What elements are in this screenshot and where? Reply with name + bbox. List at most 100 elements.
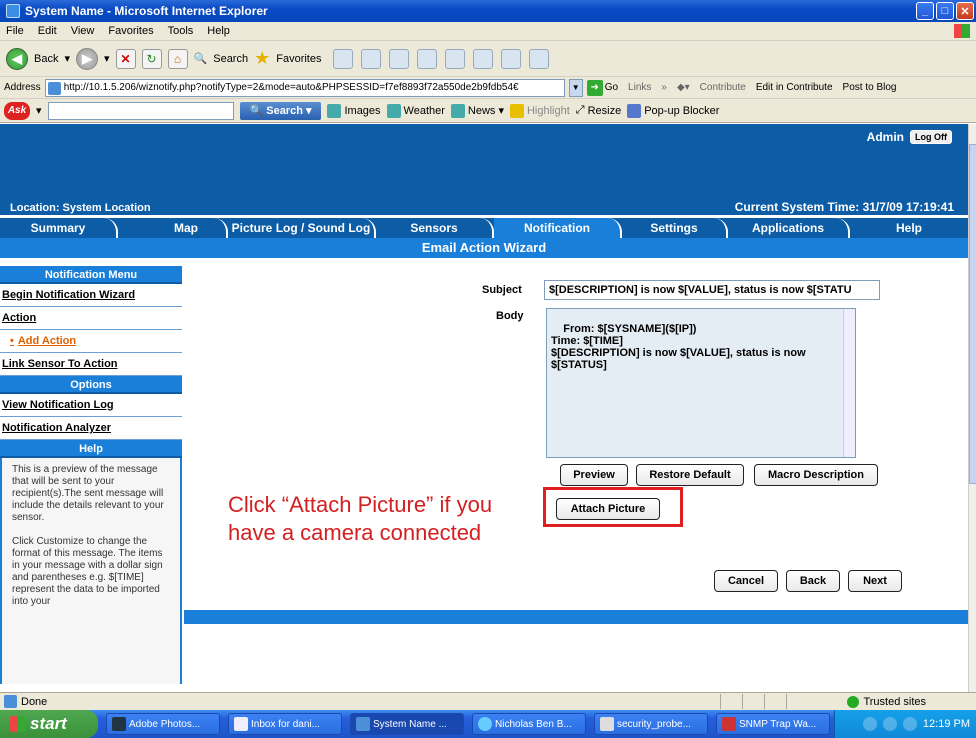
- left-menu: Notification Menu Begin Notification Wiz…: [0, 266, 182, 684]
- folder-icon[interactable]: [473, 48, 494, 69]
- task-nicholas[interactable]: Nicholas Ben B...: [472, 713, 586, 735]
- start-button[interactable]: start: [0, 710, 98, 738]
- edit-icon[interactable]: [445, 48, 466, 69]
- edit-in-contribute[interactable]: Edit in Contribute: [756, 82, 833, 93]
- ask-news[interactable]: News ▾: [450, 103, 504, 118]
- scroll-thumb[interactable]: [969, 144, 976, 484]
- menu-view-log[interactable]: View Notification Log: [0, 394, 182, 417]
- tab-sensors[interactable]: Sensors: [376, 218, 494, 238]
- close-button[interactable]: ✕: [956, 2, 974, 20]
- address-url: http://10.1.5.206/wiznotify.php?notifyTy…: [63, 82, 519, 93]
- tab-picture-log[interactable]: Picture Log / Sound Log: [228, 218, 376, 238]
- back-arrow-icon[interactable]: ◀: [6, 47, 28, 70]
- body-scrollbar[interactable]: [843, 309, 855, 457]
- forward-arrow-icon[interactable]: ▶: [76, 47, 98, 70]
- menu-edit[interactable]: Edit: [38, 25, 57, 37]
- tab-help[interactable]: Help: [850, 218, 968, 238]
- address-input[interactable]: http://10.1.5.206/wiznotify.php?notifyTy…: [44, 78, 565, 97]
- mail-icon[interactable]: [361, 48, 382, 69]
- ask-images-label: Images: [344, 104, 381, 117]
- ask-resize[interactable]: ⤢ Resize: [576, 104, 621, 117]
- page-content: Admin Log Off Location: System Location …: [0, 124, 968, 692]
- tab-summary[interactable]: Summary: [0, 218, 118, 238]
- post-to-blog[interactable]: Post to Blog: [843, 82, 897, 93]
- ask-weather[interactable]: Weather: [386, 103, 445, 118]
- restore-default-button[interactable]: Restore Default: [636, 464, 744, 486]
- tray-icon-3[interactable]: [902, 717, 917, 731]
- links-label[interactable]: Links: [628, 82, 651, 93]
- contribute-label[interactable]: Contribute: [700, 82, 746, 93]
- butterfly-icon[interactable]: [529, 48, 550, 69]
- body-textarea[interactable]: From: $[SYSNAME]($[IP]) Time: $[TIME] $[…: [546, 308, 856, 458]
- search-button-label[interactable]: Search: [213, 53, 248, 65]
- menu-add-action[interactable]: • Add Action: [0, 330, 182, 353]
- task-system-name[interactable]: System Name ...: [350, 713, 464, 735]
- messenger-task-icon: [478, 717, 492, 731]
- address-dropdown-icon[interactable]: ▼: [568, 78, 583, 97]
- contribute-icon[interactable]: ◆▾: [677, 82, 690, 93]
- print-icon[interactable]: [389, 48, 410, 69]
- stop-icon[interactable]: ✕: [115, 48, 136, 69]
- trusted-check-icon: [847, 695, 860, 708]
- home-icon[interactable]: ⌂: [167, 48, 188, 69]
- back-button-label[interactable]: Back: [34, 53, 58, 65]
- favorites-button-label[interactable]: Favorites: [276, 53, 321, 65]
- ask-dropdown-icon[interactable]: ▾: [36, 104, 42, 117]
- messenger-icon[interactable]: [417, 48, 438, 69]
- logoff-button[interactable]: Log Off: [910, 130, 952, 144]
- ie-icon: [6, 4, 20, 18]
- history-icon[interactable]: [333, 48, 354, 69]
- search-icon[interactable]: 🔍: [194, 52, 208, 65]
- page-scrollbar[interactable]: [968, 124, 976, 692]
- task-photoshop[interactable]: Adobe Photos...: [106, 713, 220, 735]
- menu-file[interactable]: File: [6, 25, 24, 37]
- tray-icon-2[interactable]: [882, 717, 897, 731]
- tab-settings[interactable]: Settings: [622, 218, 728, 238]
- ask-logo[interactable]: Ask: [4, 101, 30, 120]
- tab-applications[interactable]: Applications: [728, 218, 850, 238]
- back-button[interactable]: Back: [786, 570, 840, 592]
- menu-view[interactable]: View: [71, 25, 95, 37]
- back-dropdown-icon[interactable]: ▾: [64, 52, 70, 65]
- body-label: Body: [496, 310, 524, 322]
- minimize-button[interactable]: _: [916, 2, 934, 20]
- menu-begin-wizard[interactable]: Begin Notification Wizard: [0, 284, 182, 307]
- window-titlebar: System Name - Microsoft Internet Explore…: [0, 0, 976, 22]
- maximize-button[interactable]: □: [936, 2, 954, 20]
- favorites-star-icon[interactable]: ★: [254, 48, 270, 69]
- ask-popup-blocker[interactable]: Pop-up Blocker: [627, 103, 719, 118]
- ask-search-input[interactable]: [47, 101, 234, 120]
- menu-tools[interactable]: Tools: [168, 25, 194, 37]
- menu-help[interactable]: Help: [207, 25, 230, 37]
- ask-highlight[interactable]: Highlight: [509, 103, 570, 118]
- menu-analyzer[interactable]: Notification Analyzer: [0, 417, 182, 440]
- preview-button[interactable]: Preview: [560, 464, 628, 486]
- menu-action[interactable]: Action: [0, 307, 182, 330]
- research-icon[interactable]: [501, 48, 522, 69]
- system-tray: 12:19 PM: [834, 710, 976, 738]
- weather-icon: [386, 103, 401, 118]
- help-head: Help: [0, 440, 182, 458]
- task-security-probe[interactable]: security_probe...: [594, 713, 708, 735]
- menu-favorites[interactable]: Favorites: [108, 25, 153, 37]
- subject-input[interactable]: $[DESCRIPTION] is now $[VALUE], status i…: [544, 280, 880, 300]
- resize-icon: ⤢: [575, 104, 585, 116]
- task-inbox[interactable]: Inbox for dani...: [228, 713, 342, 735]
- menu-link-sensor[interactable]: Link Sensor To Action: [0, 353, 182, 376]
- task-snmp[interactable]: SNMP Trap Wa...: [716, 713, 830, 735]
- admin-area: Admin Log Off: [867, 130, 952, 144]
- ask-images[interactable]: Images: [327, 103, 381, 118]
- tray-icon-1[interactable]: [862, 717, 877, 731]
- go-arrow-icon: ➜: [586, 79, 603, 96]
- next-button[interactable]: Next: [848, 570, 902, 592]
- refresh-icon[interactable]: ↻: [141, 48, 162, 69]
- tab-map[interactable]: Map: [118, 218, 228, 238]
- tab-notification[interactable]: Notification: [494, 218, 622, 238]
- links-chevron-icon[interactable]: »: [661, 82, 667, 93]
- go-button[interactable]: ➜ Go: [586, 79, 618, 96]
- macro-description-button[interactable]: Macro Description: [754, 464, 878, 486]
- clock[interactable]: 12:19 PM: [923, 718, 970, 730]
- ask-search-button[interactable]: 🔍 Search ▾: [239, 101, 322, 120]
- cancel-button[interactable]: Cancel: [714, 570, 778, 592]
- forward-dropdown-icon[interactable]: ▾: [104, 52, 110, 65]
